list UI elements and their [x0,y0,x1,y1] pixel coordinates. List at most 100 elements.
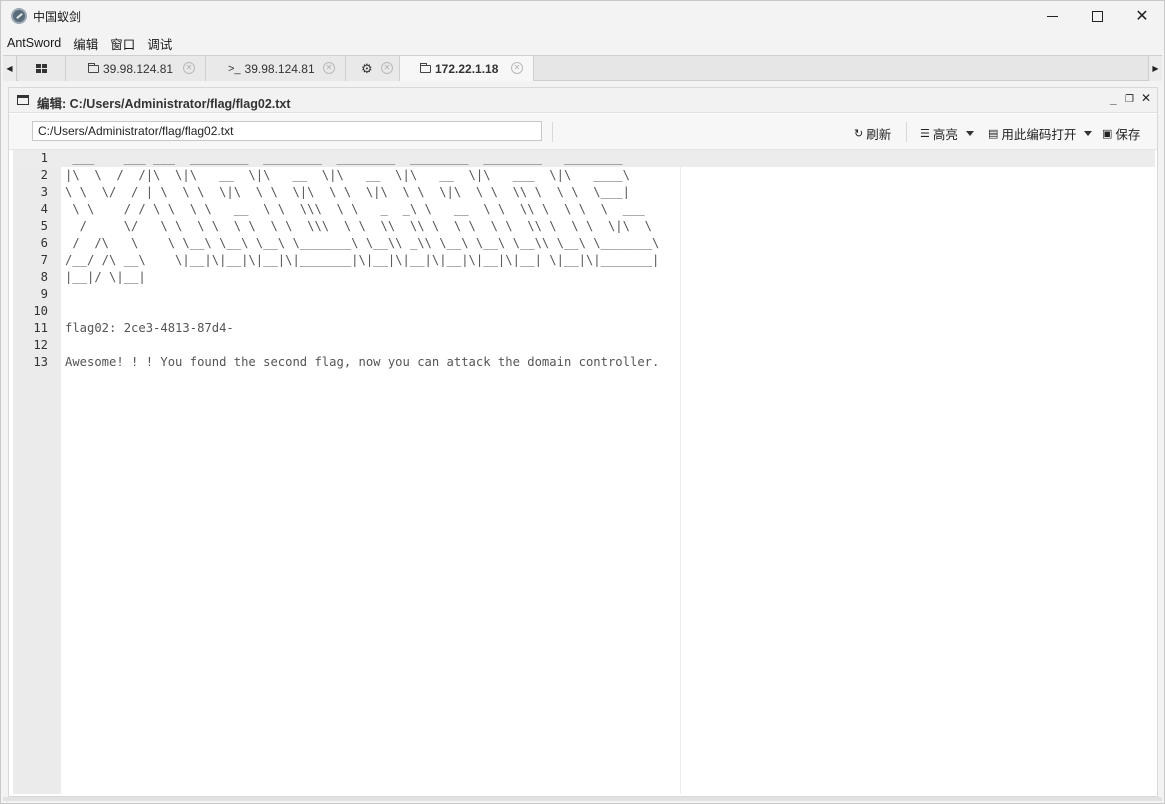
save-button[interactable]: ▣ 保存 [1102,124,1140,143]
line-text: |__|/ \|__| [65,270,146,284]
menu-debug[interactable]: 调试 [147,34,172,53]
title-bar: 中国蚁剑 ✕ [1,1,1164,31]
tab-scroll-left-button[interactable]: ◀ [3,56,17,81]
code-line: 3 \ \ \/ / | \ \ \ \|\ \ \ \|\ \ \ \|\ \ … [13,184,1155,201]
refresh-label: 刷新 [866,128,892,142]
grid-icon [36,64,47,73]
line-number: 6 [40,236,48,250]
terminal-icon: >_ [228,62,241,75]
save-icon: ▣ [1102,128,1113,140]
line-text: Awesome! ! ! You found the second flag, … [65,355,660,369]
code-line: 5 / \/ \ \ \ \ \ \ \ \ \\\ \ \ \\ \\ \ \… [13,218,1155,235]
code-line: 11 flag02: 2ce3-4813-87d4- [13,320,1155,337]
line-number: 11 [33,321,48,335]
tab-label: 172.22.1.18 [435,61,499,76]
save-label: 保存 [1115,128,1141,142]
line-text: ___ ___ ___ ________ ________ ________ _… [65,151,623,165]
refresh-icon: ↻ [854,128,864,140]
chevron-left-icon: ◀ [6,64,13,73]
folder-icon [420,62,431,73]
panel-restore-button[interactable]: ❐ [1125,94,1134,105]
line-text: flag02: 2ce3-4813-87d4- [65,321,234,335]
code-line: 10 [13,303,1155,320]
panel-close-button[interactable]: ✕ [1141,91,1151,105]
antsword-logo-icon [11,8,27,24]
menu-bar: AntSword 编辑 窗口 调试 [1,32,184,54]
line-text: /__/ /\ __\ \|__|\|__|\|__|\|_______|\|_… [65,253,660,267]
refresh-button[interactable]: ↻ 刷新 [854,124,891,143]
menu-window[interactable]: 窗口 [110,34,135,53]
toolbar-divider [552,122,553,142]
panel-title: 编辑: C:/Users/Administrator/flag/flag02.t… [37,97,291,111]
window-title: 中国蚁剑 [33,10,82,24]
folder-icon [88,62,99,73]
antsword-window: 中国蚁剑 ✕ AntSword 编辑 窗口 调试 ◀ 39.98.124.81 … [0,0,1165,804]
highlight-label: 高亮 [932,128,958,142]
toolbar-divider [906,122,907,142]
open-with-encoding-label: 用此编码打开 [1001,128,1077,142]
tab-label: 39.98.124.81 [103,61,174,76]
menu-edit[interactable]: 编辑 [73,34,98,53]
line-number: 13 [33,355,48,369]
gear-icon: ⚙ [361,60,373,76]
close-icon: ✕ [1135,8,1149,25]
panel-header: 编辑: C:/Users/Administrator/flag/flag02.t… [9,88,1157,113]
tab-label: 39.98.124.81 [244,61,315,76]
file-path-input[interactable] [32,121,542,141]
tab-dashboard[interactable] [18,56,66,81]
highlight-dropdown[interactable]: ☰ 高亮 [920,124,974,143]
line-text: |\ \ / /|\ \|\ __ \|\ __ \|\ __ \|\ __ \… [65,168,630,182]
code-line: 13 Awesome! ! ! You found the second flag… [13,354,1155,371]
tab-close-icon[interactable]: ✕ [381,62,393,74]
minimize-icon [1046,15,1058,17]
maximize-button[interactable] [1074,1,1120,31]
code-line: 1 ___ ___ ___ ________ ________ ________… [13,150,1155,167]
code-line: 6 / /\ \ \ \__\ \__\ \__\ \_______\ \__\… [13,235,1155,252]
line-number: 2 [40,168,48,182]
line-number: 10 [33,304,48,318]
tab-terminal-39-98-124-81[interactable]: >_ 39.98.124.81 ✕ [206,56,346,81]
file-icon: ▤ [988,128,999,140]
line-number: 3 [40,185,48,199]
tab-close-icon[interactable]: ✕ [323,62,335,74]
line-number: 4 [40,202,48,216]
open-with-encoding-dropdown[interactable]: ▤ 用此编码打开 [988,124,1093,143]
line-number: 7 [40,253,48,267]
code-line: 7 /__/ /\ __\ \|__|\|__|\|__|\|_______|\|… [13,252,1155,269]
code-editor[interactable]: 1 ___ ___ ___ ________ ________ ________… [13,150,1155,794]
line-text: / /\ \ \ \__\ \__\ \__\ \_______\ \__\\ … [65,236,660,250]
line-text: \ \ / / \ \ \ \ __ \ \ \\\ \ \ _ _\ \ __… [65,202,645,216]
tab-settings[interactable]: ⚙ ✕ [346,56,400,81]
line-number: 8 [40,270,48,284]
chevron-right-icon: ▶ [1152,64,1159,73]
tab-close-icon[interactable]: ✕ [511,62,523,74]
line-number: 12 [33,338,48,352]
close-button[interactable]: ✕ [1119,1,1165,31]
line-number: 9 [40,287,48,301]
tab-files-172-22-1-18[interactable]: 172.22.1.18 ✕ [400,56,534,81]
caret-down-icon [1084,131,1093,136]
code-line: 12 [13,337,1155,354]
code-line: 9 [13,286,1155,303]
code-line: 4 \ \ / / \ \ \ \ __ \ \ \\\ \ \ _ _\ \ … [13,201,1155,218]
line-number: 5 [40,219,48,233]
tab-scroll-right-button[interactable]: ▶ [1148,56,1162,81]
line-text: / \/ \ \ \ \ \ \ \ \ \\\ \ \ \\ \\ \ \ \… [65,219,652,233]
tab-files-39-98-124-81[interactable]: 39.98.124.81 ✕ [66,56,206,81]
editor-toolbar: ↻ 刷新 ☰ 高亮 ▤ 用此编码打开 ▣ 保存 [9,114,1157,150]
window-icon [17,95,29,105]
minimize-button[interactable] [1029,1,1075,31]
list-icon: ☰ [920,128,930,140]
menu-antsword[interactable]: AntSword [7,36,61,50]
editor-panel: 编辑: C:/Users/Administrator/flag/flag02.t… [8,87,1158,797]
tab-close-icon[interactable]: ✕ [183,62,195,74]
maximize-icon [1091,10,1103,22]
code-line: 2 |\ \ / /|\ \|\ __ \|\ __ \|\ __ \|\ __ … [13,167,1155,184]
caret-down-icon [965,131,974,136]
horizontal-scrollbar[interactable] [3,797,1162,801]
panel-minimize-button[interactable]: _ [1110,92,1117,106]
tab-bar: ◀ 39.98.124.81 ✕ >_ 39.98.124.81 ✕ ⚙ ✕ 1… [3,55,1162,81]
code-line: 8 |__|/ \|__| [13,269,1155,286]
line-text: \ \ \/ / | \ \ \ \|\ \ \ \|\ \ \ \|\ \ \… [65,185,630,199]
line-number: 1 [40,151,48,165]
